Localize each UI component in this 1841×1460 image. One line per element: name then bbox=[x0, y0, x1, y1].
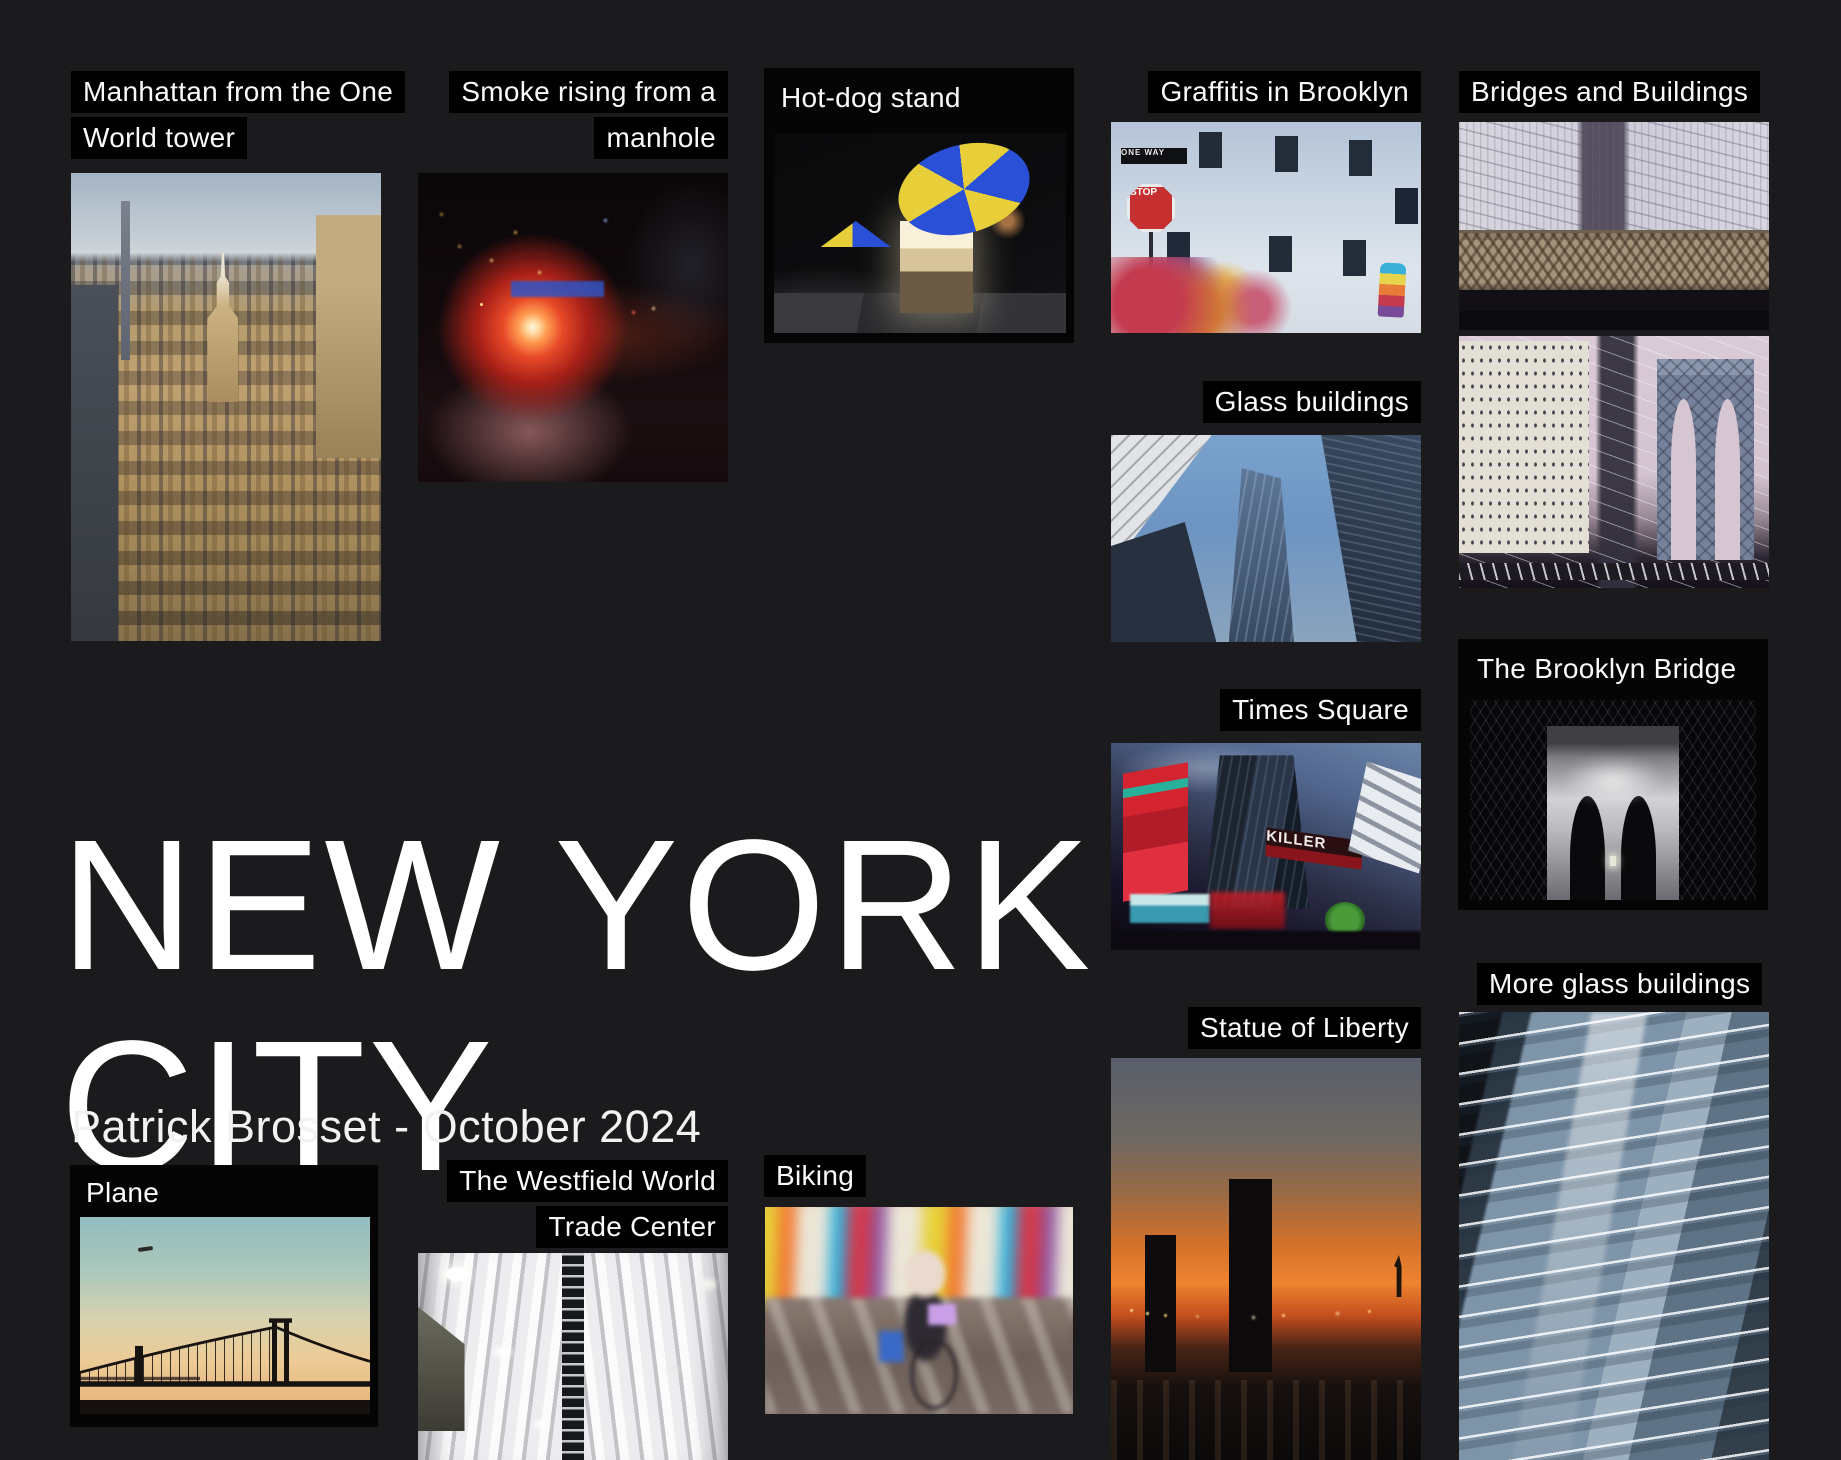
figure-caption: Bridges and Buildings bbox=[1459, 71, 1769, 113]
caption-line: Times Square bbox=[1220, 689, 1421, 731]
harbor-lights bbox=[1130, 1309, 1133, 1312]
caption-line: The Westfield World bbox=[447, 1160, 728, 1202]
photo-story-page: Manhattan from the One World tower NEW Y… bbox=[0, 0, 1841, 1460]
caption-line: Manhattan from the One bbox=[71, 71, 405, 113]
walkway-lantern bbox=[1610, 856, 1616, 866]
figure-caption: The Westfield World Trade Center bbox=[418, 1160, 728, 1248]
red-screen-glow bbox=[1210, 892, 1284, 929]
page-title-line1: NEW YORK bbox=[60, 813, 1093, 999]
figure-caption: Glass buildings bbox=[1111, 381, 1421, 423]
caption-line: Bridges and Buildings bbox=[1459, 71, 1760, 113]
photo-statue-of-liberty-sunset bbox=[1111, 1058, 1421, 1460]
bridge-tower bbox=[1657, 359, 1753, 561]
teal-screen bbox=[1130, 894, 1211, 923]
photo-glass-towers bbox=[1111, 435, 1421, 642]
bridge-deck-shadow bbox=[1459, 290, 1769, 313]
figure-caption: Statue of Liberty bbox=[1111, 1007, 1421, 1049]
figure-plane-card: Plane bbox=[70, 1165, 378, 1427]
empire-state-building bbox=[207, 253, 238, 403]
caption-line: Hot-dog stand bbox=[781, 82, 961, 114]
waterline-silhouette bbox=[80, 1400, 370, 1414]
glass-tower-right bbox=[1278, 435, 1421, 642]
photo-times-square: KILLER bbox=[1111, 743, 1421, 950]
stop-sign: STOP bbox=[1127, 184, 1175, 232]
water-reflections bbox=[1111, 1380, 1421, 1460]
caption-line: World tower bbox=[71, 117, 247, 159]
crowd-silhouette bbox=[1111, 931, 1421, 950]
photo-oculus-interior bbox=[418, 1253, 728, 1460]
sunlit-tower-cluster bbox=[316, 215, 381, 458]
caption-line: More glass buildings bbox=[1477, 963, 1762, 1005]
bridge-underside bbox=[1459, 311, 1769, 330]
caption-line: Glass buildings bbox=[1203, 381, 1421, 423]
bridge-deck bbox=[1459, 563, 1769, 581]
dark-pillar-large bbox=[1229, 1179, 1272, 1372]
photo-smoke-manhole bbox=[418, 173, 728, 482]
oculus-ribs-right bbox=[582, 1253, 728, 1460]
figure-brooklyn-bridge-card: The Brooklyn Bridge bbox=[1458, 639, 1768, 910]
figure-caption: Graffitis in Brooklyn bbox=[1111, 71, 1421, 113]
purple-parcel bbox=[928, 1304, 956, 1325]
photo-glass-facade bbox=[1459, 1012, 1769, 1460]
second-umbrella bbox=[821, 221, 891, 247]
caption-line: The Brooklyn Bridge bbox=[1477, 653, 1736, 685]
figure-caption: Biking bbox=[764, 1155, 1074, 1197]
dark-pillar-small bbox=[1145, 1235, 1176, 1372]
caption-line: Graffitis in Brooklyn bbox=[1148, 71, 1421, 113]
photo-brooklyn-graffiti: ONE WAY STOP bbox=[1111, 122, 1421, 333]
oculus-skylight-spine bbox=[562, 1253, 584, 1460]
figure-caption: Manhattan from the One World tower bbox=[71, 71, 381, 159]
figure-caption: More glass buildings bbox=[1459, 963, 1769, 1005]
billboard-text: KILLER bbox=[1266, 827, 1327, 852]
one-way-sign: ONE WAY bbox=[1121, 148, 1187, 164]
caption-line: manhole bbox=[594, 117, 728, 159]
photo-hotdog-stand bbox=[774, 133, 1066, 333]
caption-line: Statue of Liberty bbox=[1188, 1007, 1421, 1049]
dark-tower-silhouette bbox=[71, 285, 118, 641]
gothic-bridge-tower bbox=[1547, 726, 1679, 900]
caption-line: Trade Center bbox=[536, 1206, 728, 1248]
ceiling-lights bbox=[446, 1267, 468, 1281]
building-windows bbox=[1199, 132, 1222, 168]
photo-biking-blur bbox=[765, 1207, 1073, 1414]
colorful-mural bbox=[1111, 257, 1421, 333]
photo-manhattan-bridge-tower bbox=[1459, 336, 1769, 588]
red-billboard-column bbox=[1123, 762, 1188, 902]
plane-silhouette bbox=[138, 1246, 153, 1252]
figure-caption: Smoke rising from a manhole bbox=[418, 71, 728, 159]
glass-tower-center bbox=[1229, 468, 1294, 642]
caption-line: Smoke rising from a bbox=[449, 71, 728, 113]
facade-reflection-streak bbox=[1513, 1012, 1648, 1460]
bike-wheel bbox=[910, 1339, 958, 1409]
glitter-facade-building bbox=[1459, 341, 1589, 553]
bridge-truss bbox=[1459, 230, 1769, 291]
highway-sign bbox=[511, 281, 604, 296]
caption-line: Plane bbox=[86, 1177, 159, 1209]
city-night-lights bbox=[480, 303, 483, 306]
food-cart bbox=[900, 221, 973, 313]
photo-plane-over-bridge bbox=[80, 1217, 370, 1414]
page-subtitle: Patrick Brosset - October 2024 bbox=[71, 1103, 701, 1151]
figure-caption: Times Square bbox=[1111, 689, 1421, 731]
rainbow-figure bbox=[1378, 262, 1407, 317]
thin-supertall-tower bbox=[121, 201, 130, 360]
tower-floodlight-glow bbox=[1562, 756, 1665, 804]
photo-bridge-walkway-closeup bbox=[1459, 122, 1769, 330]
caption-line: Biking bbox=[764, 1155, 866, 1197]
statue-silhouette bbox=[1393, 1255, 1406, 1297]
figure-hotdog-card: Hot-dog stand bbox=[764, 68, 1074, 343]
photo-manhattan-skyline bbox=[71, 173, 381, 641]
photo-brooklyn-bridge-night bbox=[1470, 700, 1756, 900]
